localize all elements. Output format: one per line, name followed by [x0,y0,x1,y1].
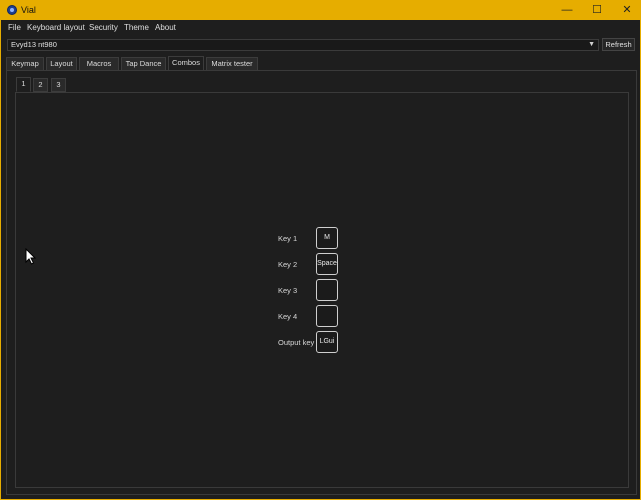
key-1-label: Key 1 [278,234,298,243]
key-3-label: Key 3 [278,286,298,295]
chevron-down-icon: ▼ [588,41,595,48]
key-2-slot[interactable]: Space [316,253,338,275]
key-3-slot[interactable] [316,279,338,301]
output-key-label: Output key [278,338,315,347]
device-dropdown[interactable]: Evyd13 nt980 ▼ [7,39,599,51]
title-bar: Vial — ☐ ✕ [0,0,641,20]
minimize-button[interactable]: — [553,0,581,20]
combo-tab-2[interactable]: 2 [33,78,48,92]
maximize-button[interactable]: ☐ [583,0,611,20]
menu-keyboard-layout[interactable]: Keyboard layout [27,23,85,32]
key-1-slot[interactable]: M [316,227,338,249]
refresh-button[interactable]: Refresh [602,38,635,51]
key-4-label: Key 4 [278,312,298,321]
vial-app-icon [7,5,17,15]
key-4-slot[interactable] [316,305,338,327]
combo-editor: Key 1 M Key 2 Space Key 3 Key 4 Output k… [15,92,629,488]
combo-tab-3[interactable]: 3 [51,78,66,92]
device-dropdown-value: Evyd13 nt980 [11,40,57,49]
tab-tap-dance[interactable]: Tap Dance [121,57,166,71]
tab-matrix-tester[interactable]: Matrix tester [206,57,258,71]
menu-bar: File Keyboard layout Security Theme Abou… [1,20,640,36]
menu-about[interactable]: About [155,23,176,32]
mouse-cursor-icon [25,248,36,265]
tab-keymap[interactable]: Keymap [6,57,44,71]
menu-file[interactable]: File [8,23,21,32]
output-key-slot[interactable]: LGui [316,331,338,353]
combo-tab-1[interactable]: 1 [16,77,31,92]
window-title: Vial [21,5,36,15]
close-button[interactable]: ✕ [613,0,641,20]
menu-security[interactable]: Security [89,23,118,32]
tab-layout[interactable]: Layout [46,57,77,71]
tab-macros[interactable]: Macros [79,57,119,71]
menu-theme[interactable]: Theme [124,23,149,32]
combos-panel: 1 2 3 Key 1 M Key 2 Space Key 3 Key 4 Ou… [6,70,637,495]
tab-combos[interactable]: Combos [168,56,204,71]
key-2-label: Key 2 [278,260,298,269]
main-window: File Keyboard layout Security Theme Abou… [1,20,640,499]
